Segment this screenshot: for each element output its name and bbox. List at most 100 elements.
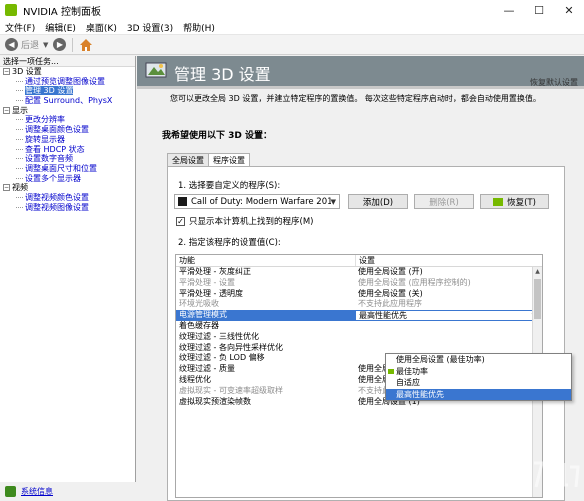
setting-value: 使用全局设置 (关) (358, 288, 423, 298)
sidebar-item[interactable]: 调整桌面尺寸和位置 (0, 164, 135, 174)
menu-desktop[interactable]: 桌面(K) (81, 21, 122, 34)
column-header-feature[interactable]: 功能 (176, 255, 355, 266)
tree-connector (16, 148, 23, 150)
scrollbar-thumb[interactable] (534, 279, 541, 319)
grid-row[interactable]: 平滑处理 - 设置 使用全局设置 (应用程序控制的) (176, 278, 542, 289)
sidebar-item-label: 调整桌面颜色设置 (25, 125, 89, 135)
sidebar-category[interactable]: −3D 设置 (0, 67, 135, 77)
grid-row[interactable]: 平滑处理 - 灰度纠正 使用全局设置 (开) (176, 267, 542, 278)
sidebar-item[interactable]: 设置多个显示器 (0, 174, 135, 184)
back-history-dropdown[interactable]: ▼ (43, 41, 48, 49)
grid-row[interactable]: 环境光吸收 不支持此应用程序 (176, 299, 542, 310)
tree-connector (16, 80, 23, 82)
menu-file[interactable]: 文件(F) (0, 21, 40, 34)
task-tree: −3D 设置 通过预览调整图像设置 管理 3D 设置 配置 Surround、Phys… (0, 67, 135, 212)
grid-row-selected[interactable]: 电源管理模式 最高性能优先▼ (176, 310, 542, 321)
sidebar-item-label: 视频 (12, 183, 28, 193)
setting-cell (355, 321, 542, 332)
feature-cell: 着色缓存器 (179, 320, 219, 330)
tree-connector (16, 119, 23, 121)
dropdown-option-label: 最佳功率 (396, 366, 428, 376)
restore-program-label: 恢复(T) (507, 197, 536, 208)
sidebar-item[interactable]: 查看 HDCP 状态 (0, 145, 135, 155)
nvidia-restore-icon (493, 197, 504, 206)
remove-program-button[interactable]: 删除(R) (414, 194, 474, 209)
sidebar-category[interactable]: − 视频 (0, 183, 135, 193)
grid-row[interactable]: 纹理过滤 - 各向异性采样优化 (176, 343, 542, 354)
feature-cell: 平滑处理 - 设置 (179, 277, 235, 287)
setting-cell (355, 343, 542, 354)
sidebar-item[interactable]: 调整桌面颜色设置 (0, 125, 135, 135)
program-select[interactable]: Call of Duty: Modern Warfare 2019... ▼ (174, 194, 340, 209)
sidebar-item[interactable]: 配置 Surround、PhysX (0, 96, 135, 106)
sidebar-item-label: 通过预览调整图像设置 (25, 76, 105, 86)
select-program-label: 1. 选择要自定义的程序(S): (178, 181, 281, 191)
sidebar-item-selected[interactable]: 管理 3D 设置 (0, 86, 135, 96)
close-button[interactable]: ✕ (554, 0, 584, 20)
tree-connector (16, 167, 23, 169)
power-mode-dropdown-list: 使用全局设置 (最佳功率) 最佳功率 自适应 最高性能优先 (385, 353, 572, 401)
home-icon[interactable] (79, 38, 93, 52)
minimize-button[interactable]: — (494, 0, 524, 20)
toolbar: ◀ 后退 ▼ ▶ (0, 35, 584, 55)
3d-settings-icon (145, 62, 167, 78)
only-show-found-programs[interactable]: ✓ 只显示本计算机上找到的程序(M) (176, 215, 313, 227)
collapse-icon[interactable]: − (3, 106, 10, 114)
feature-cell: 纹理过滤 - 负 LOD 偏移 (179, 353, 265, 363)
setting-cell (355, 332, 542, 343)
sidebar-item[interactable]: 旋转显示器 (0, 135, 135, 145)
tab-program-settings[interactable]: 程序设置 (208, 153, 250, 167)
sidebar-item[interactable]: 设置数字音频 (0, 154, 135, 164)
feature-cell: 平滑处理 - 透明度 (179, 288, 243, 298)
tree-connector (16, 138, 23, 140)
back-arrow-icon[interactable]: ◀ (5, 38, 18, 51)
sidebar-category[interactable]: − 显示 (0, 106, 135, 116)
nvidia-recommended-icon (388, 368, 394, 374)
settings-tabs: 全局设置 程序设置 (167, 153, 250, 167)
dropdown-option[interactable]: 使用全局设置 (最佳功率) (386, 354, 571, 366)
forward-arrow-icon[interactable]: ▶ (53, 38, 67, 51)
column-header-setting[interactable]: 设置 (355, 255, 542, 266)
sidebar-item-label: 配置 Surround、PhysX (25, 96, 113, 106)
grid-row[interactable]: 平滑处理 - 透明度 使用全局设置 (关) (176, 289, 542, 300)
collapse-icon[interactable]: − (3, 68, 10, 75)
sidebar-item-label: 旋转显示器 (25, 134, 65, 144)
tree-connector (16, 100, 23, 102)
menu-3d-settings[interactable]: 3D 设置(3) (122, 21, 178, 34)
program-select-value: Call of Duty: Modern Warfare 2019... (191, 196, 331, 207)
setting-value: 使用全局设置 (开) (358, 267, 423, 276)
dropdown-option[interactable]: 最佳功率 (386, 366, 571, 378)
dropdown-option[interactable]: 最高性能优先 (386, 388, 571, 400)
system-info-link[interactable]: 系统信息 (21, 486, 53, 497)
add-program-button[interactable]: 添加(D) (348, 194, 408, 209)
menu-edit[interactable]: 编辑(E) (40, 21, 81, 34)
grid-row[interactable]: 着色缓存器 (176, 321, 542, 332)
tree-connector (16, 90, 23, 92)
sidebar-footer: 系统信息 (0, 482, 136, 501)
grid-row[interactable]: 纹理过滤 - 三线性优化 (176, 332, 542, 343)
setting-cell: 使用全局设置 (应用程序控制的) (355, 278, 542, 289)
sidebar-item[interactable]: 调整视频图像设置 (0, 203, 135, 213)
tab-global-settings[interactable]: 全局设置 (167, 153, 209, 166)
maximize-button[interactable]: ☐ (524, 0, 554, 20)
sidebar-item[interactable]: 更改分辨率 (0, 115, 135, 125)
menu-help[interactable]: 帮助(H) (178, 21, 220, 34)
only-show-checkbox[interactable]: ✓ (176, 216, 185, 226)
sidebar-item-label: 查看 HDCP 状态 (25, 144, 85, 154)
setting-cell: 不支持此应用程序 (355, 299, 542, 310)
setting-value: 不支持此应用程序 (358, 299, 423, 309)
sidebar-item[interactable]: 通过预览调整图像设置 (0, 77, 135, 87)
scroll-up-icon[interactable]: ▲ (533, 267, 542, 277)
power-mode-select[interactable]: 最高性能优先▼ (355, 310, 542, 321)
feature-cell: 虚拟现实 - 可变速率超级取样 (179, 385, 283, 395)
feature-cell: 纹理过滤 - 各向异性采样优化 (179, 342, 283, 352)
sidebar-item-label: 调整视频图像设置 (25, 202, 89, 212)
sidebar-item-label: 设置数字音频 (25, 154, 73, 164)
back-label[interactable]: 后退 (21, 38, 39, 51)
sidebar-item[interactable]: 调整视频颜色设置 (0, 193, 135, 203)
dropdown-option[interactable]: 自适应 (386, 377, 571, 389)
feature-cell: 纹理过滤 - 三线性优化 (179, 331, 259, 341)
sidebar-item-label: 管理 3D 设置 (25, 86, 74, 96)
restore-program-button[interactable]: 恢复(T) (480, 194, 549, 209)
collapse-icon[interactable]: − (3, 184, 10, 192)
